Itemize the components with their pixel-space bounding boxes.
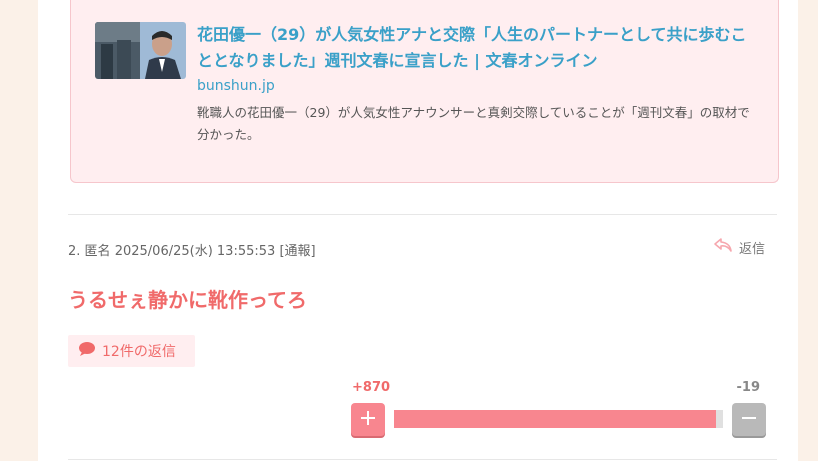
plus-icon [360, 407, 376, 432]
vote-ratio-bar [394, 410, 723, 428]
comment-meta: 2. 匿名 2025/06/25(水) 13:55:53 [通報] [68, 240, 316, 259]
comment-datetime: 2025/06/25(水) 13:55:53 [114, 244, 276, 259]
vote-minus-button[interactable] [732, 403, 766, 436]
comment-body: うるせぇ静かに靴作ってろ [68, 288, 307, 312]
replies-label: 12件の返信 [102, 344, 176, 360]
report-link[interactable]: [通報] [279, 244, 315, 259]
minus-icon [741, 407, 757, 432]
link-title[interactable]: 花田優一（29）が人気女性アナと交際「人生のパートナーとして共に歩むこととなりま… [197, 22, 757, 74]
speech-bubble-icon [78, 341, 96, 361]
vote-plus-count: +870 [352, 380, 391, 395]
link-description: 靴職人の花田優一（29）が人気女性アナウンサーと真剣交際していることが「週刊文春… [197, 105, 750, 142]
comment-divider-top [68, 214, 777, 215]
vote-plus-button[interactable] [351, 403, 385, 436]
thumbnail-image [95, 22, 186, 79]
reply-arrow-icon [713, 237, 733, 257]
reply-button[interactable]: 返信 [713, 237, 765, 257]
link-thumbnail[interactable] [95, 22, 186, 79]
comment-author: 匿名 [84, 244, 111, 259]
replies-button[interactable]: 12件の返信 [68, 335, 195, 367]
link-domain[interactable]: bunshun.jp [197, 78, 275, 94]
comment-number: 2. [68, 244, 81, 259]
link-preview-card[interactable]: 花田優一（29）が人気女性アナと交際「人生のパートナーとして共に歩むこととなりま… [70, 0, 779, 183]
reply-label: 返信 [739, 241, 766, 257]
comment-area: 花田優一（29）が人気女性アナと交際「人生のパートナーとして共に歩むこととなりま… [38, 0, 798, 461]
vote-minus-count: -19 [736, 380, 761, 395]
comment-divider-bottom [68, 459, 777, 460]
vote-ratio-fill [394, 410, 717, 428]
